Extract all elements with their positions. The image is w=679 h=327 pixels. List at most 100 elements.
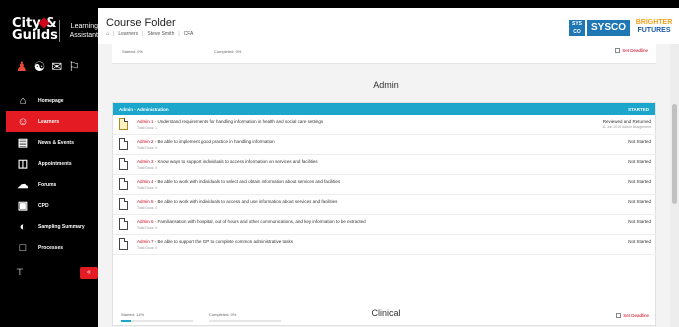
sidebar-item-learners[interactable]: ☺ Learners bbox=[6, 111, 98, 132]
breadcrumb-separator: | bbox=[178, 31, 180, 37]
logo-subtitle-line-2: Assistant bbox=[69, 32, 98, 39]
unit-title[interactable]: Admin 6 - Familiarisation with hospital,… bbox=[137, 219, 366, 224]
sidebar-item-label: Processes bbox=[38, 244, 64, 251]
sidebar: City & Guilds Learning Assistant ♟ ☯ ✉ ⚐… bbox=[6, 8, 98, 327]
unit-title[interactable]: Admin 2 - Be able to implement good prac… bbox=[137, 139, 275, 144]
document-icon bbox=[119, 118, 128, 130]
unit-row[interactable]: Admin 2 - Be able to implement good prac… bbox=[113, 135, 657, 155]
unit-row[interactable]: Admin 7 - Be able to support the GP to c… bbox=[113, 235, 657, 255]
unit-total-docs: Total Docs: 0 bbox=[137, 226, 158, 230]
breadcrumb-separator: | bbox=[142, 31, 144, 37]
sidebar-item-homepage[interactable]: ⌂ Homepage bbox=[6, 90, 98, 111]
sidebar-item-sampling-summary[interactable]: ◐ Sampling Summary bbox=[6, 216, 98, 237]
started-progress-bar bbox=[121, 320, 193, 322]
brighter-futures-logo: BRIGHTER FUTURES bbox=[634, 19, 674, 35]
unit-status: Not Started bbox=[628, 219, 651, 224]
unit-title[interactable]: Admin 3 - Know ways to support individua… bbox=[137, 159, 318, 164]
announcements-icon[interactable]: ⚐ bbox=[68, 60, 80, 74]
unit-total-docs: Total Docs: 1 bbox=[137, 126, 158, 130]
unit-title[interactable]: Admin 1 - Understand requirements for ha… bbox=[137, 119, 323, 124]
unit-title-text: Be able to work with individuals to sele… bbox=[157, 179, 341, 184]
group-icon[interactable]: ☯ bbox=[34, 60, 46, 74]
breadcrumb-home-icon[interactable]: ⌂ bbox=[106, 31, 109, 37]
document-icon bbox=[119, 198, 128, 210]
unit-row[interactable]: Admin 3 - Know ways to support individua… bbox=[113, 155, 657, 175]
user-icon[interactable]: ♟ bbox=[16, 60, 28, 74]
breadcrumb-learner-name[interactable]: Steve Smith bbox=[147, 31, 174, 37]
sysco-logo: SYS CO SYSCO bbox=[569, 20, 631, 36]
unit-row[interactable]: Admin 5 - Be able to work with individua… bbox=[113, 195, 657, 215]
unit-title[interactable]: Admin 4 - Be able to work with individua… bbox=[137, 179, 340, 184]
collapse-sidebar-button[interactable]: « bbox=[80, 267, 98, 279]
logo-subtitle-line-1: Learning bbox=[70, 23, 98, 30]
quick-icons: ♟ ☯ ✉ ⚐ bbox=[16, 59, 100, 75]
unit-code: Admin 3 bbox=[137, 159, 154, 164]
sidebar-item-label: News & Events bbox=[38, 139, 74, 146]
sidebar-item-processes[interactable]: □ Processes bbox=[6, 237, 98, 258]
unit-total-docs: Total Docs: 0 bbox=[137, 166, 158, 170]
sampling-icon: ◐ bbox=[19, 220, 27, 233]
news-icon: ▤ bbox=[17, 137, 29, 149]
main-area: Course Folder ⌂ | Learners | Steve Smith… bbox=[98, 8, 679, 327]
unit-status: Not Started bbox=[628, 139, 651, 144]
started-progress-fill bbox=[121, 320, 132, 322]
breadcrumb-course: CFA bbox=[183, 31, 194, 37]
unit-title-text: Understand requirements for handling inf… bbox=[157, 119, 324, 124]
unit-title-text: Be able to support the GP to complete co… bbox=[157, 239, 293, 244]
main-scrollbar[interactable] bbox=[670, 44, 679, 327]
unit-code: Admin 4 bbox=[137, 179, 154, 184]
started-label: Started: 0% bbox=[122, 49, 143, 54]
brighter-futures-line-2: FUTURES bbox=[637, 27, 671, 34]
app-frame: City & Guilds Learning Assistant ♟ ☯ ✉ ⚐… bbox=[0, 0, 679, 327]
processes-icon: □ bbox=[19, 241, 27, 254]
unit-code: Admin 5 bbox=[137, 199, 154, 204]
admin-card-title: Admin - Administration bbox=[119, 106, 169, 112]
unit-code: Admin 6 bbox=[137, 219, 154, 224]
learners-icon: ☺ bbox=[17, 115, 29, 128]
forum-icon: ☁ bbox=[17, 179, 29, 191]
unit-total-docs: Total Docs: 0 bbox=[137, 246, 158, 250]
admin-unit-card: Admin - Administration STARTED Admin 1 -… bbox=[112, 102, 657, 326]
document-icon bbox=[119, 138, 128, 150]
calendar-icon: ◫ bbox=[17, 158, 29, 170]
unit-status-detail: 11 Jun 2019 Admin Assignment bbox=[602, 125, 651, 129]
scrollbar-thumb[interactable] bbox=[672, 104, 677, 204]
sysco-logo-word: SYSCO bbox=[587, 20, 631, 36]
pin-icon[interactable]: ⊤ bbox=[16, 267, 24, 278]
unit-status: Reviewed and Returned bbox=[602, 119, 651, 124]
sysco-logo-box: SYS CO bbox=[569, 20, 585, 36]
sidebar-item-forums[interactable]: ☁ Forums bbox=[6, 174, 98, 195]
sidebar-nav: ⌂ Homepage ☺ Learners ▤ News & Events ◫ … bbox=[6, 90, 98, 258]
section-heading-clinical: Clinical bbox=[371, 308, 401, 318]
unit-row[interactable]: Admin 6 - Familiarisation with hospital,… bbox=[113, 215, 657, 235]
breadcrumb-learners[interactable]: Learners bbox=[118, 31, 138, 37]
city-guilds-logo[interactable]: City & Guilds Learning Assistant bbox=[12, 17, 100, 50]
document-icon bbox=[119, 218, 128, 230]
admin-card-header[interactable]: Admin - Administration STARTED bbox=[113, 103, 655, 115]
unit-row[interactable]: Admin 4 - Be able to work with individua… bbox=[113, 175, 657, 195]
set-deadline-button[interactable]: Set Deadline bbox=[615, 48, 648, 53]
sidebar-item-news-events[interactable]: ▤ News & Events bbox=[6, 132, 98, 153]
unit-title[interactable]: Admin 5 - Be able to work with individua… bbox=[137, 199, 337, 204]
unit-title-text: Familiarisation with hospital, out of ho… bbox=[157, 219, 366, 224]
unit-row[interactable]: Admin 1 - Understand requirements for ha… bbox=[113, 115, 657, 135]
previous-unit-card-footer: Started: 0% Completed: 0% Set Deadline bbox=[112, 44, 656, 64]
unit-title-text: Know ways to support individuals to acce… bbox=[157, 159, 318, 164]
unit-title[interactable]: Admin 7 - Be able to support the GP to c… bbox=[137, 239, 293, 244]
sidebar-item-appointments[interactable]: ◫ Appointments bbox=[6, 153, 98, 174]
sidebar-item-cpd[interactable]: ▣ CPD bbox=[6, 195, 98, 216]
document-icon bbox=[119, 178, 128, 190]
unit-code: Admin 7 bbox=[137, 239, 154, 244]
admin-card-status: STARTED bbox=[628, 106, 649, 112]
sidebar-item-label: Learners bbox=[38, 118, 60, 125]
unit-total-docs: Total Docs: 0 bbox=[137, 146, 158, 150]
unit-total-docs: Total Docs: 0 bbox=[137, 186, 158, 190]
breadcrumb: ⌂ | Learners | Steve Smith | CFA bbox=[106, 31, 193, 37]
messages-icon[interactable]: ✉ bbox=[51, 60, 62, 74]
unit-title-text: Be able to work with individuals to acce… bbox=[157, 199, 338, 204]
unit-code: Admin 2 bbox=[137, 139, 154, 144]
logo-line-2: Guilds bbox=[12, 28, 58, 43]
unit-title-text: Be able to implement good practice in ha… bbox=[157, 139, 275, 144]
breadcrumb-separator: | bbox=[113, 31, 115, 37]
set-deadline-label: Set Deadline bbox=[622, 48, 648, 53]
